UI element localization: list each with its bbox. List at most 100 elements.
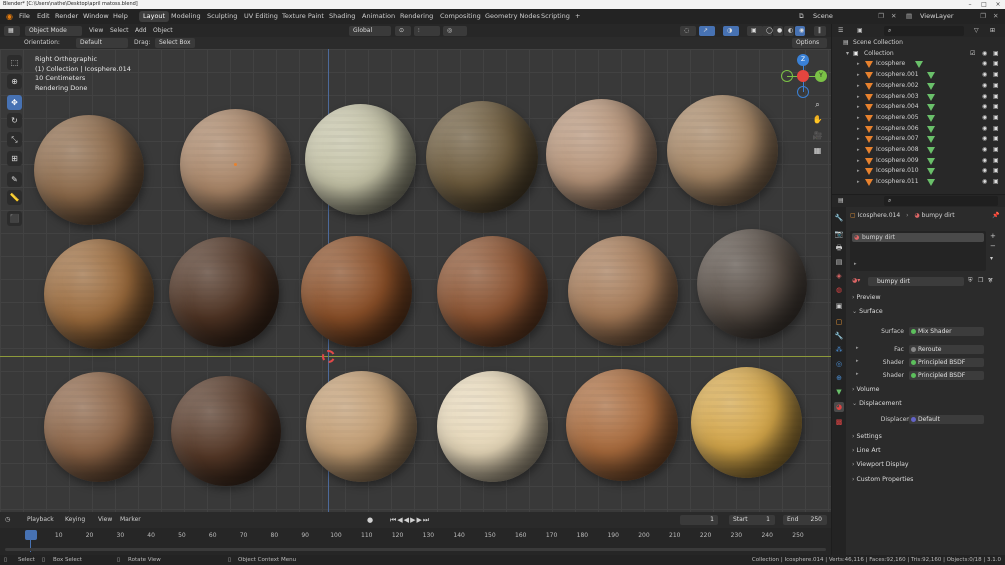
eye-icon[interactable]: ◉ bbox=[982, 49, 987, 60]
outliner-collection[interactable]: ▾ ▣ Collection ☑ ◉ ▣ bbox=[832, 49, 1005, 60]
viewport-menu-add[interactable]: Add bbox=[135, 26, 147, 36]
expand-chevron-icon[interactable]: ▾ bbox=[846, 49, 849, 60]
preview-panel[interactable]: › Preview bbox=[852, 293, 881, 303]
physics-tab-icon[interactable]: ◎ bbox=[834, 359, 844, 369]
menu-help[interactable]: Help bbox=[110, 12, 131, 21]
workspace-tab-rendering[interactable]: Rendering bbox=[396, 11, 437, 22]
material-sphere[interactable] bbox=[691, 367, 802, 478]
material-filter-icon[interactable]: ▽ bbox=[988, 277, 993, 284]
workspace-tab-uv-editing[interactable]: UV Editing bbox=[240, 11, 282, 22]
overlay-toggle-icon[interactable]: ◑ bbox=[723, 25, 739, 36]
outliner-object-row[interactable]: ▸ Icosphere.004 ◉ ▣ bbox=[832, 102, 1005, 113]
outliner-object-row[interactable]: ▸ Icosphere.003 ◉ ▣ bbox=[832, 92, 1005, 103]
sidebar-toggle-icon[interactable]: ‖ bbox=[814, 25, 826, 36]
proportional-edit-icon[interactable]: ◎ bbox=[443, 25, 467, 36]
workspace-tab-compositing[interactable]: Compositing bbox=[436, 11, 485, 22]
view-layer-icon[interactable]: ▤ bbox=[903, 12, 915, 21]
material-sphere[interactable] bbox=[568, 236, 678, 346]
displacement-panel[interactable]: ⌄ Displacement bbox=[852, 399, 902, 409]
expand-chevron-icon[interactable]: ▸ bbox=[857, 134, 860, 145]
material-sphere[interactable] bbox=[566, 369, 678, 481]
rotate-tool-icon[interactable]: ↻ bbox=[7, 113, 22, 128]
surface-panel[interactable]: ⌄ Surface bbox=[852, 307, 883, 317]
displacement-socket-field[interactable]: Default bbox=[909, 415, 984, 424]
remove-slot-icon[interactable]: − bbox=[990, 242, 996, 250]
material-sphere[interactable] bbox=[437, 236, 548, 347]
workspace-tab-shading[interactable]: Shading bbox=[325, 11, 359, 22]
settings-panel[interactable]: › Settings bbox=[852, 432, 882, 442]
camera-icon[interactable]: ▣ bbox=[993, 92, 999, 103]
menu-window[interactable]: Window bbox=[80, 12, 112, 21]
camera-icon[interactable]: ▣ bbox=[993, 145, 999, 156]
view-layer-copy-icon[interactable]: ❐ bbox=[977, 12, 989, 21]
material-tab-icon[interactable]: ◕ bbox=[834, 402, 844, 412]
workspace-tab-animation[interactable]: Animation bbox=[358, 11, 399, 22]
outliner-object-row[interactable]: ▸ Icosphere.001 ◉ ▣ bbox=[832, 70, 1005, 81]
pivot-point-icon[interactable]: ⊙ bbox=[395, 25, 411, 36]
expand-chevron-icon[interactable]: ▸ bbox=[857, 145, 860, 156]
scene-delete-icon[interactable]: ✕ bbox=[888, 12, 899, 21]
camera-icon[interactable]: ▣ bbox=[993, 102, 999, 113]
data-tab-icon[interactable]: ▼ bbox=[834, 387, 844, 397]
material-sphere[interactable] bbox=[667, 95, 778, 206]
material-sphere[interactable] bbox=[34, 115, 144, 225]
render-tab-icon[interactable]: 📷 bbox=[834, 229, 844, 239]
socket-value-field[interactable]: Principled BSDF bbox=[909, 358, 984, 367]
menu-render[interactable]: Render bbox=[52, 12, 81, 21]
eye-icon[interactable]: ◉ bbox=[982, 59, 987, 70]
menu-edit[interactable]: Edit bbox=[34, 12, 53, 21]
timeline-menu-keying[interactable]: Keying bbox=[65, 515, 85, 525]
material-sphere[interactable] bbox=[171, 376, 281, 486]
viewport-menu-object[interactable]: Object bbox=[153, 26, 173, 36]
line-art-panel[interactable]: › Line Art bbox=[852, 446, 881, 456]
transform-tool-icon[interactable]: ⊞ bbox=[7, 151, 22, 166]
volume-panel[interactable]: › Volume bbox=[852, 385, 879, 395]
outliner-object-row[interactable]: ▸ Icosphere.006 ◉ ▣ bbox=[832, 124, 1005, 135]
material-sphere[interactable] bbox=[44, 372, 154, 482]
scene-copy-icon[interactable]: ❐ bbox=[875, 12, 887, 21]
outliner-object-row[interactable]: ▸ Icosphere.007 ◉ ▣ bbox=[832, 134, 1005, 145]
playback-controls-icon[interactable]: ⏮◀◀▶▶⏭ bbox=[390, 515, 430, 525]
workspace-tab-layout[interactable]: Layout bbox=[139, 11, 170, 22]
gizmo-y-axis[interactable]: Y bbox=[815, 70, 827, 82]
gizmo-z-axis[interactable]: Z bbox=[797, 54, 809, 66]
expand-chevron-icon[interactable]: ▸ bbox=[857, 166, 860, 177]
camera-icon[interactable]: ▣ bbox=[993, 59, 999, 70]
camera-icon[interactable]: ▣ bbox=[993, 70, 999, 81]
record-icon[interactable]: ● bbox=[367, 515, 373, 525]
eye-icon[interactable]: ◉ bbox=[982, 113, 987, 124]
outliner-object-row[interactable]: ▸ Icosphere.008 ◉ ▣ bbox=[832, 145, 1005, 156]
texture-tab-icon[interactable]: ▩ bbox=[834, 417, 844, 427]
outliner-scene-collection[interactable]: ▤ Scene Collection bbox=[832, 38, 1005, 49]
outliner-search-input[interactable]: ⌕ bbox=[884, 25, 964, 36]
annotate-tool-icon[interactable]: ✎ bbox=[7, 172, 22, 187]
checkbox-icon[interactable]: ☑ bbox=[970, 49, 975, 60]
scene-icon[interactable]: ⧉ bbox=[796, 12, 807, 21]
workspace-tab-geometry-nodes[interactable]: Geometry Nodes bbox=[481, 11, 544, 22]
timeline-menu-marker[interactable]: Marker bbox=[120, 515, 141, 525]
close-icon[interactable]: × bbox=[991, 0, 1005, 9]
outliner-object-row[interactable]: ▸ Icosphere ◉ ▣ bbox=[832, 59, 1005, 70]
fake-user-icon[interactable]: ⛨ bbox=[968, 277, 973, 285]
eye-icon[interactable]: ◉ bbox=[982, 92, 987, 103]
timeline-editor-type-icon[interactable]: ◷ bbox=[5, 515, 10, 525]
add-workspace-button[interactable]: + bbox=[571, 11, 584, 22]
pin-icon[interactable]: 📌 bbox=[992, 211, 999, 221]
material-browse-icon[interactable]: ◕▾ bbox=[852, 277, 860, 284]
workspace-tab-sculpting[interactable]: Sculpting bbox=[203, 11, 241, 22]
timeline-scrollbar[interactable] bbox=[5, 548, 826, 551]
material-sphere[interactable] bbox=[426, 101, 538, 213]
expand-chevron-icon[interactable]: ▸ bbox=[857, 102, 860, 113]
viewport-menu-select[interactable]: Select bbox=[110, 26, 129, 36]
current-frame-field[interactable]: 1 bbox=[680, 515, 718, 525]
material-sphere[interactable] bbox=[44, 239, 154, 349]
shading-material-icon[interactable]: ◐ bbox=[784, 25, 794, 36]
playhead[interactable] bbox=[25, 530, 37, 540]
minimize-icon[interactable]: – bbox=[963, 0, 977, 9]
modifier-tab-icon[interactable]: 🔧 bbox=[834, 331, 844, 341]
eye-icon[interactable]: ◉ bbox=[982, 177, 987, 188]
zoom-icon[interactable]: ⌕ bbox=[811, 98, 824, 111]
camera-icon[interactable]: ▣ bbox=[993, 166, 999, 177]
camera-icon[interactable]: ▣ bbox=[993, 49, 999, 60]
shading-rendered-icon[interactable]: ◉ bbox=[795, 25, 805, 36]
